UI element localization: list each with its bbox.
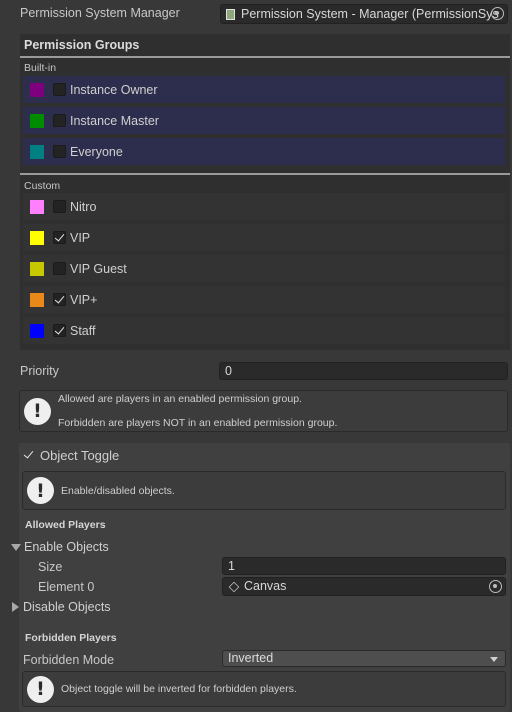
group-color-swatch[interactable] — [30, 261, 44, 276]
object-picker-icon[interactable] — [491, 7, 504, 20]
object-picker-icon[interactable] — [489, 580, 502, 593]
group-color-swatch[interactable] — [30, 323, 44, 338]
group-name-label: VIP — [70, 230, 91, 245]
disable-objects-label: Disable Objects — [23, 600, 111, 614]
chevron-down-icon — [490, 657, 498, 662]
object-toggle-help-box: ! Enable/disabled objects. — [22, 471, 506, 510]
priority-input[interactable]: 0 — [219, 362, 508, 380]
permission-group-row[interactable]: Instance Master — [23, 107, 505, 134]
group-name-label: VIP+ — [70, 292, 98, 307]
permission-group-row[interactable]: VIP Guest — [23, 255, 505, 282]
group-name-label: Staff — [70, 323, 96, 338]
permission-groups-title: Permission Groups — [24, 38, 140, 52]
expanded-arrow-icon[interactable] — [11, 543, 21, 551]
group-name-label: Instance Master — [70, 113, 159, 128]
forbidden-mode-dropdown[interactable]: Inverted — [222, 650, 506, 667]
object-toggle-row[interactable]: Object Toggle — [23, 448, 119, 463]
element-0-value: Canvas — [244, 579, 287, 593]
gameobject-icon — [228, 581, 240, 592]
forbidden-mode-value: Inverted — [228, 651, 274, 665]
enable-objects-foldout[interactable]: Enable Objects — [11, 540, 109, 554]
permission-group-row[interactable]: Staff — [23, 317, 505, 344]
warning-icon: ! — [27, 477, 54, 504]
manager-object-value: Permission System - Manager (PermissionS… — [241, 6, 499, 21]
permission-group-row[interactable]: VIP — [23, 224, 505, 251]
object-toggle-checkbox[interactable] — [23, 449, 36, 462]
warning-icon: ! — [27, 675, 54, 703]
forbidden-mode-label: Forbidden Mode — [23, 653, 115, 667]
permission-group-row[interactable]: Instance Owner — [23, 76, 505, 103]
group-name-label: Everyone — [70, 144, 123, 159]
group-enabled-checkbox[interactable] — [53, 200, 66, 213]
separator — [20, 173, 510, 175]
group-color-swatch[interactable] — [30, 230, 44, 245]
permission-group-row[interactable]: VIP+ — [23, 286, 505, 313]
permission-help-box: ! Allowed are players in an enabled perm… — [19, 390, 508, 432]
element-0-object-field[interactable]: Canvas — [222, 577, 506, 596]
group-enabled-checkbox[interactable] — [53, 231, 66, 244]
manager-label: Permission System Manager — [20, 6, 180, 20]
group-color-swatch[interactable] — [30, 82, 44, 97]
permission-group-row[interactable]: Everyone — [23, 138, 505, 165]
object-toggle-label: Object Toggle — [40, 448, 120, 463]
help-line-1: Allowed are players in an enabled permis… — [58, 393, 302, 405]
warning-icon: ! — [24, 397, 51, 425]
group-color-swatch[interactable] — [30, 144, 44, 159]
group-enabled-checkbox[interactable] — [53, 145, 66, 158]
forbidden-help-box: ! Object toggle will be inverted for for… — [22, 671, 506, 707]
disable-objects-foldout[interactable]: Disable Objects — [12, 600, 111, 614]
forbidden-help-text: Object toggle will be inverted for forbi… — [61, 683, 297, 695]
custom-label: Custom — [24, 180, 61, 192]
group-enabled-checkbox[interactable] — [53, 262, 66, 275]
allowed-players-heading: Allowed Players — [25, 519, 106, 531]
script-icon — [226, 8, 235, 20]
group-color-swatch[interactable] — [30, 113, 44, 128]
group-name-label: VIP Guest — [70, 261, 127, 276]
forbidden-players-heading: Forbidden Players — [25, 632, 117, 644]
priority-label: Priority — [20, 364, 59, 378]
group-enabled-checkbox[interactable] — [53, 293, 66, 306]
collapsed-arrow-icon[interactable] — [12, 602, 19, 612]
group-enabled-checkbox[interactable] — [53, 324, 66, 337]
group-color-swatch[interactable] — [30, 292, 44, 307]
separator — [20, 56, 510, 58]
group-enabled-checkbox[interactable] — [53, 83, 66, 96]
size-input[interactable]: 1 — [222, 557, 506, 575]
enable-objects-label: Enable Objects — [24, 540, 109, 554]
group-enabled-checkbox[interactable] — [53, 114, 66, 127]
help-line-2: Forbidden are players NOT in an enabled … — [58, 417, 338, 429]
object-toggle-help-text: Enable/disabled objects. — [61, 484, 175, 497]
permission-group-row[interactable]: Nitro — [23, 193, 505, 220]
group-name-label: Instance Owner — [70, 82, 158, 97]
builtin-label: Built-in — [24, 62, 57, 74]
size-label: Size — [38, 560, 63, 574]
manager-object-field[interactable]: Permission System - Manager (PermissionS… — [220, 4, 508, 24]
element-0-label: Element 0 — [38, 580, 95, 594]
group-color-swatch[interactable] — [30, 199, 44, 214]
group-name-label: Nitro — [70, 199, 97, 214]
